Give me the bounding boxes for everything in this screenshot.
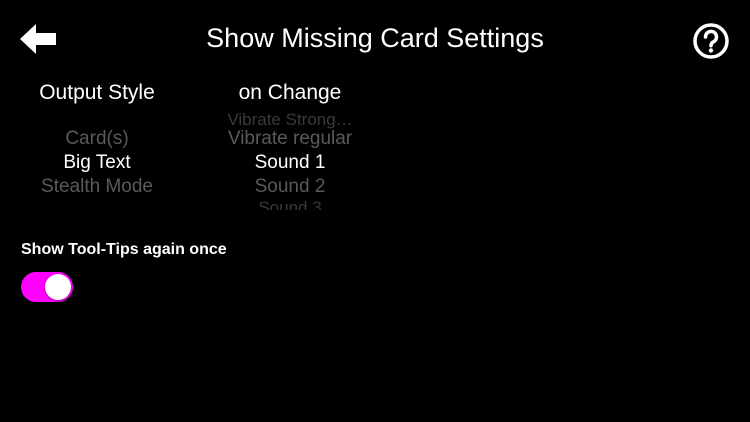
toggle-knob <box>45 274 71 300</box>
on-change-label: on Change <box>238 81 342 104</box>
on-change-picker[interactable]: Vibrate Strong… Vibrate regular Sound 1 … <box>190 112 390 210</box>
tooltips-toggle[interactable] <box>21 272 73 302</box>
output-style-label: Output Style <box>39 81 155 104</box>
picker-option[interactable]: Sound 3 <box>190 196 390 210</box>
picker-option[interactable]: Stealth Mode <box>18 175 176 199</box>
picker-option-selected[interactable]: Big Text <box>18 151 176 175</box>
picker-option-selected[interactable]: Sound 1 <box>190 151 390 175</box>
picker-option[interactable]: Vibrate regular <box>190 127 390 151</box>
picker-option[interactable]: Card(s) <box>18 127 176 151</box>
settings-screen: Show Missing Card Settings Output Style … <box>0 0 750 422</box>
question-circle-icon <box>693 23 729 59</box>
page-title: Show Missing Card Settings <box>206 23 544 53</box>
output-style-picker[interactable]: Card(s) Big Text Stealth Mode <box>18 112 176 210</box>
tooltips-label: Show Tool-Tips again once <box>21 241 227 258</box>
help-button[interactable] <box>690 20 732 62</box>
